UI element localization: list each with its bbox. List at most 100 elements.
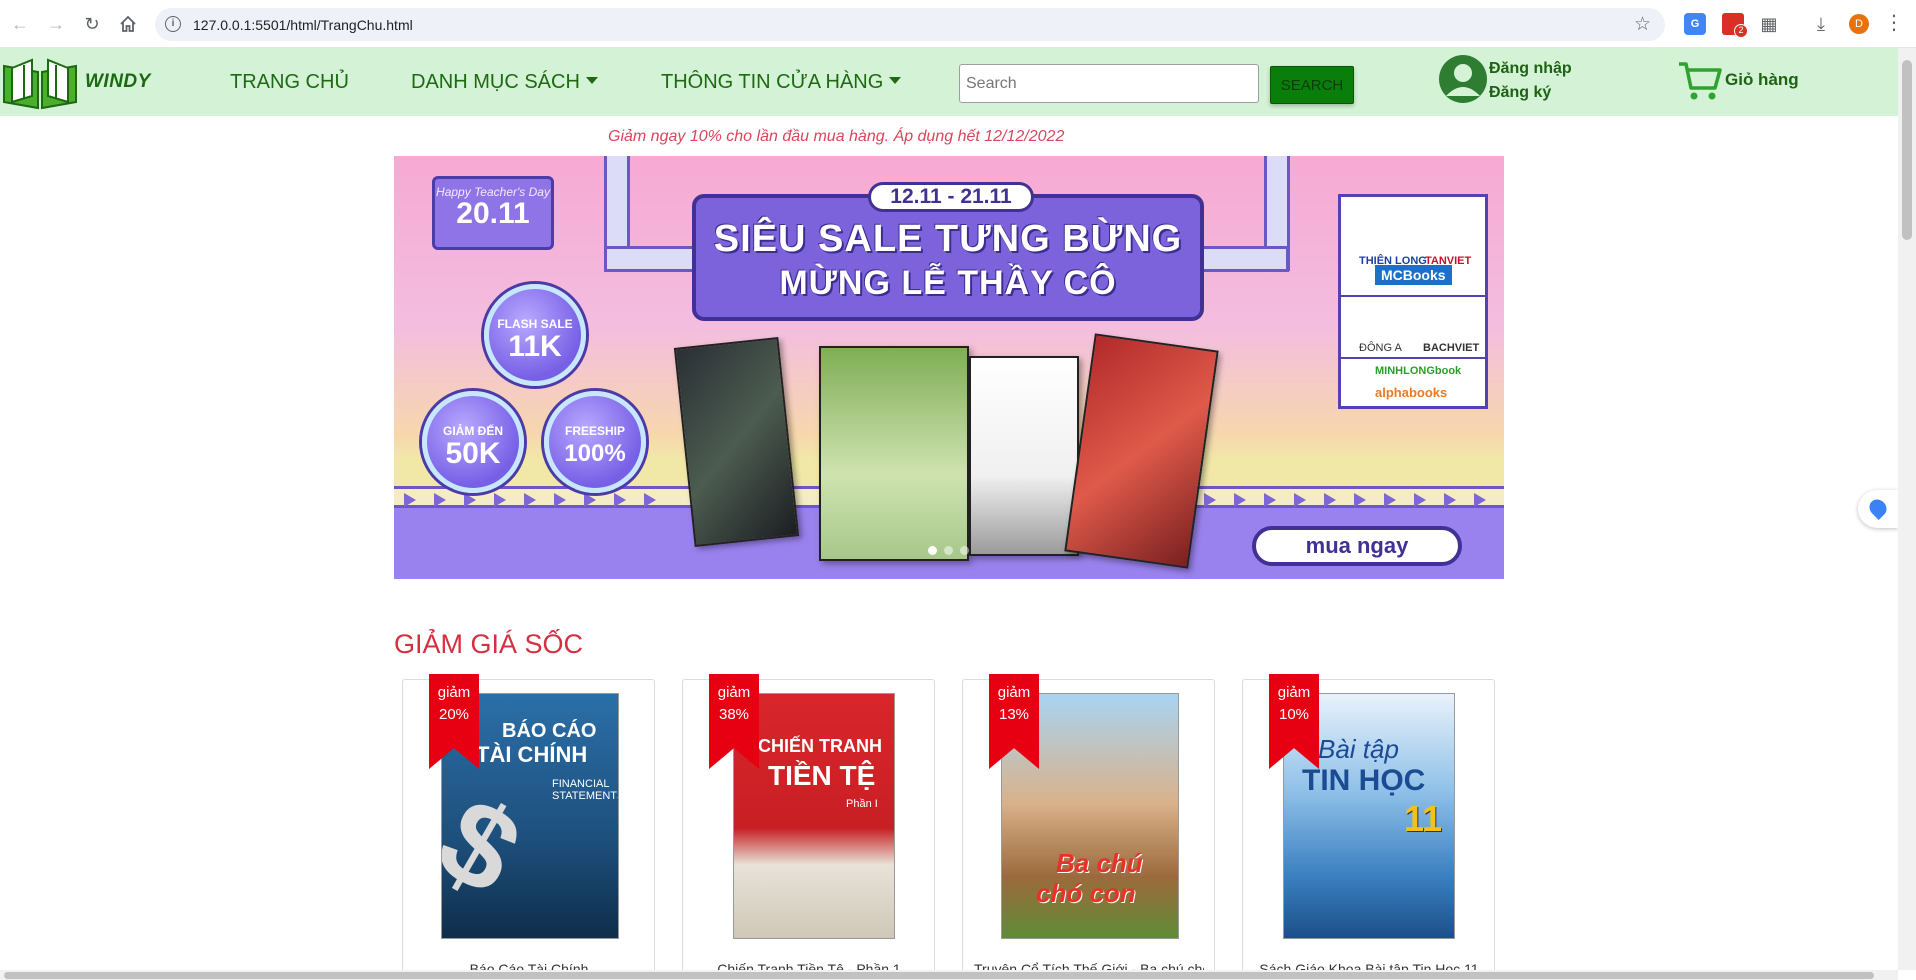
sale-headline-1: SIÊU SALE TƯNG BỪNG — [713, 218, 1183, 260]
freeship-badge: FREESHIP 100% — [544, 391, 646, 493]
cover-title-3: Phần I — [846, 798, 878, 810]
discount-ribbon-value: 38% — [718, 706, 750, 723]
address-url: 127.0.0.1:5501/html/TrangChu.html — [193, 17, 413, 33]
site-header: WINDY TRANG CHỦ DANH MỤC SÁCH THÔNG TIN … — [0, 48, 1898, 116]
product-card[interactable]: Ba chú chó con giảm 13% — [962, 674, 1215, 970]
nav-book-categories-label: DANH MỤC SÁCH — [411, 71, 580, 93]
carousel-dot-1[interactable] — [928, 546, 937, 555]
teachers-day-sign: Happy Teacher's Day 20.11 — [432, 176, 554, 250]
cover-title-1: CHIẾN TRANH — [758, 736, 882, 756]
cart-icon[interactable] — [1677, 60, 1723, 102]
browser-toolbar: ← → ↻ i 127.0.0.1:5501/html/TrangChu.htm… — [0, 0, 1916, 48]
reload-icon[interactable]: ↻ — [80, 12, 104, 36]
sale-headline-2: MỪNG LỄ THẦY CÔ — [779, 264, 1117, 302]
brand-minhlong: MINHLONGbook — [1375, 365, 1462, 377]
flash-sale-label: FLASH SALE — [497, 317, 573, 331]
carousel-dot-3[interactable] — [960, 546, 969, 555]
brand-divider — [1341, 295, 1485, 297]
discount-ribbon-label: giảm — [1277, 684, 1311, 701]
brand-mcbooks: MCBooks — [1375, 265, 1452, 285]
discount-ribbon-label: giảm — [997, 684, 1031, 701]
pipe-decoration — [1199, 246, 1289, 272]
browser-menu-icon[interactable]: ⋮ — [1884, 11, 1904, 35]
book-logo-icon[interactable] — [2, 56, 78, 110]
discount-ribbon-value: 20% — [438, 706, 470, 723]
translate-extension-icon[interactable]: G — [1684, 13, 1706, 35]
discount-ribbon-label: giảm — [437, 684, 471, 701]
download-icon[interactable]: ⤓ — [1810, 13, 1832, 35]
freeship-label: FREESHIP — [564, 424, 625, 438]
register-link[interactable]: Đăng ký — [1489, 81, 1572, 105]
carousel-dot-2[interactable] — [944, 546, 953, 555]
hero-banner[interactable]: Happy Teacher's Day 20.11 12.11 - 21.11 … — [394, 156, 1504, 579]
search-button[interactable]: SEARCH — [1270, 66, 1354, 104]
mail-badge: 2 — [1734, 24, 1748, 38]
sale-date-range: 12.11 - 21.11 — [868, 182, 1034, 212]
section-title: GIẢM GIÁ SỐC — [394, 629, 584, 659]
teachers-day-date: 20.11 — [456, 197, 530, 230]
pipe-decoration — [604, 246, 699, 272]
brand-name[interactable]: WINDY — [85, 71, 151, 93]
caret-down-icon — [585, 77, 598, 84]
nav-book-categories[interactable]: DANH MỤC SÁCH — [411, 71, 598, 94]
bookmark-star-icon[interactable]: ☆ — [1634, 13, 1651, 36]
side-widget[interactable] — [1858, 490, 1898, 528]
cover-title-2: TÀI CHÍNH — [476, 742, 588, 767]
discount-badge: GIẢM ĐẾN 50K — [422, 391, 524, 493]
search-input[interactable] — [959, 64, 1259, 103]
user-avatar-icon[interactable] — [1438, 54, 1488, 104]
auth-links: Đăng nhập Đăng ký — [1489, 57, 1572, 105]
vertical-scroll-thumb[interactable] — [1902, 60, 1912, 240]
caret-down-icon — [889, 77, 902, 84]
cover-title-1: Bài tập — [1318, 734, 1399, 764]
product-title[interactable]: Sách Giáo Khoa Bài tập Tin Học 11 — [1254, 961, 1484, 970]
extensions-puzzle-icon[interactable]: ▦ — [1758, 13, 1780, 35]
freeship-value: 100% — [564, 440, 626, 467]
horizontal-scrollbar[interactable] — [0, 970, 1898, 980]
product-card[interactable]: Bài tập TIN HỌC 11 giảm 10% — [1242, 674, 1495, 970]
dollar-sign-art: $ — [441, 771, 542, 921]
flash-sale-badge: FLASH SALE 11K — [484, 284, 586, 386]
horizontal-scroll-thumb[interactable] — [4, 972, 1874, 979]
back-icon[interactable]: ← — [8, 12, 32, 36]
discount-badge-label: GIẢM ĐẾN — [443, 424, 503, 438]
home-icon[interactable] — [116, 12, 140, 36]
promo-text: Giảm ngay 10% cho lần đầu mua hàng. Áp d… — [608, 128, 1065, 145]
banner-book-overlord — [673, 337, 800, 547]
discount-badge-value: 50K — [445, 437, 501, 470]
banner-book-psychology — [969, 356, 1079, 556]
nav-store-info[interactable]: THÔNG TIN CỬA HÀNG — [661, 71, 902, 94]
login-link[interactable]: Đăng nhập — [1489, 57, 1572, 81]
product-title[interactable]: Truyện Cổ Tích Thế Giới - Ba chú chó con — [974, 961, 1204, 970]
buy-now-button[interactable]: mua ngay — [1252, 526, 1462, 566]
product-title[interactable]: Báo Cáo Tài Chính — [414, 961, 644, 970]
banner-book-tree — [819, 346, 969, 561]
forward-icon[interactable]: → — [44, 12, 68, 36]
nav-home[interactable]: TRANG CHỦ — [230, 71, 349, 94]
partner-brands: THIÊN LONG TANVIET MCBooks ĐÔNG A BACHVI… — [1338, 194, 1488, 409]
discount-ribbon-value: 13% — [998, 706, 1030, 723]
brand-alphabooks: alphabooks — [1375, 385, 1448, 400]
cart-link[interactable]: Giỏ hàng — [1725, 70, 1799, 90]
site-info-icon[interactable]: i — [165, 16, 181, 32]
cover-title-2: TIN HỌC — [1302, 764, 1426, 797]
product-card[interactable]: BÁO CÁO TÀI CHÍNH FINANCIAL STATEMENTS $… — [402, 674, 655, 970]
discount-ribbon-value: 10% — [1278, 706, 1310, 723]
droplet-icon — [1865, 495, 1891, 521]
cover-title-2: chó con — [1036, 878, 1136, 908]
vertical-scrollbar[interactable] — [1898, 48, 1916, 970]
page-viewport: WINDY TRANG CHỦ DANH MỤC SÁCH THÔNG TIN … — [0, 48, 1898, 970]
product-title[interactable]: Chiến Tranh Tiền Tệ - Phần 1 — [694, 961, 924, 970]
cover-title-3: FINANCIAL STATEMENTS — [552, 778, 619, 802]
product-card[interactable]: CHIẾN TRANH TIỀN TỆ Phần I giảm 38% — [682, 674, 935, 970]
discount-ribbon-label: giảm — [717, 684, 751, 701]
cover-title-2: TIỀN TỆ — [768, 760, 876, 791]
address-bar[interactable]: i 127.0.0.1:5501/html/TrangChu.html ☆ — [155, 8, 1665, 41]
nav-store-info-label: THÔNG TIN CỬA HÀNG — [661, 71, 884, 93]
brand-divider — [1341, 357, 1485, 359]
cover-title-1: Ba chú — [1056, 848, 1143, 878]
flash-sale-value: 11K — [508, 330, 562, 363]
cover-title-1: BÁO CÁO — [502, 720, 597, 742]
profile-avatar[interactable]: D — [1849, 14, 1869, 34]
brand-bachviet: BACHVIET — [1423, 342, 1480, 354]
